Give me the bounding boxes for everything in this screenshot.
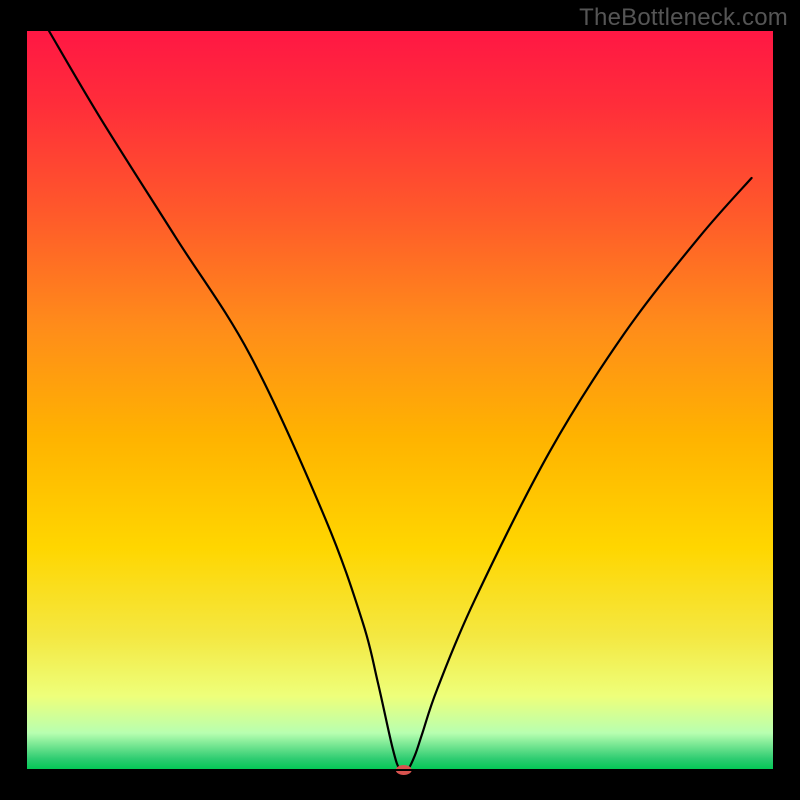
gradient-background — [26, 30, 774, 770]
watermark-text: TheBottleneck.com — [579, 4, 788, 32]
bottleneck-chart: TheBottleneck.com — [0, 0, 800, 800]
chart-svg — [0, 0, 800, 800]
